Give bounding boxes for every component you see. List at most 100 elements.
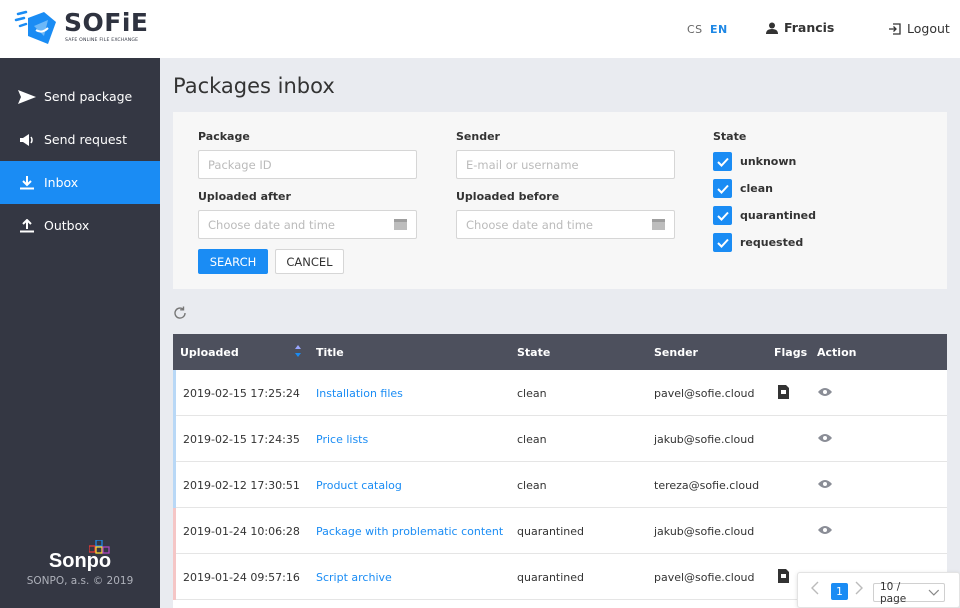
sidebar-item-label: Inbox xyxy=(44,175,79,190)
state-option-label: unknown xyxy=(740,155,797,168)
top-header: SOFiE SAFE ONLINE FILE EXCHANGE CS EN Fr… xyxy=(0,0,960,58)
logout-label: Logout xyxy=(907,21,950,36)
logo-icon xyxy=(14,10,56,44)
sender-cell: pavel@sofie.cloud xyxy=(654,571,755,584)
chevron-down-icon xyxy=(928,589,940,596)
cancel-button[interactable]: CANCEL xyxy=(275,249,344,274)
state-checkbox-requested[interactable]: requested xyxy=(713,233,803,252)
table-header: Uploaded Title State Sender Flags Action xyxy=(173,334,947,370)
uploaded-cell: 2019-02-12 17:30:51 xyxy=(183,479,300,492)
company-brand: Sonpo SONPO, a.s. © 2019 xyxy=(0,538,160,587)
sender-cell: tereza@sofie.cloud xyxy=(654,479,760,492)
upload-icon xyxy=(18,218,36,234)
state-label: State xyxy=(713,130,747,143)
column-action: Action xyxy=(817,346,857,359)
column-sender: Sender xyxy=(654,346,698,359)
megaphone-icon xyxy=(18,132,36,148)
title-link[interactable]: Script archive xyxy=(316,571,392,584)
state-cell: clean xyxy=(517,387,547,400)
sender-placeholder: E-mail or username xyxy=(466,157,579,172)
user-name: Francis xyxy=(784,20,835,35)
copyright-text: SONPO, a.s. © 2019 xyxy=(26,575,134,587)
uploaded-before-label: Uploaded before xyxy=(456,190,560,203)
state-indicator-bar xyxy=(173,370,176,416)
brand-logo: Sonpo xyxy=(49,540,111,573)
table-row: 2019-02-15 17:24:35 Price lists clean ja… xyxy=(173,416,947,462)
pagination: 1 10 / page xyxy=(797,572,960,608)
file-flag-icon xyxy=(778,569,789,583)
language-en-link[interactable]: EN xyxy=(710,23,728,36)
title-link[interactable]: Installation files xyxy=(316,387,403,400)
app-logo[interactable]: SOFiE SAFE ONLINE FILE EXCHANGE xyxy=(12,6,162,50)
uploaded-before-picker[interactable]: Choose date and time xyxy=(456,210,675,239)
chevron-left-icon[interactable] xyxy=(810,581,820,595)
state-option-label: quarantined xyxy=(740,209,817,222)
state-indicator-bar xyxy=(173,508,176,554)
search-button[interactable]: SEARCH xyxy=(198,249,268,274)
sidebar-item-send-request[interactable]: Send request xyxy=(0,118,160,161)
view-eye-icon[interactable] xyxy=(818,479,832,489)
uploaded-after-picker[interactable]: Choose date and time xyxy=(198,210,417,239)
logout-icon xyxy=(889,22,901,35)
view-eye-icon[interactable] xyxy=(818,433,832,443)
state-option-label: requested xyxy=(740,236,804,249)
file-flag-icon xyxy=(778,385,789,399)
page-number-button[interactable]: 1 xyxy=(831,583,848,600)
uploaded-cell: 2019-02-15 17:24:35 xyxy=(183,433,300,446)
uploaded-after-placeholder: Choose date and time xyxy=(208,217,335,232)
page-size-select[interactable]: 10 / page xyxy=(873,581,945,605)
sender-cell: jakub@sofie.cloud xyxy=(654,525,755,538)
column-state: State xyxy=(517,346,551,359)
state-cell: clean xyxy=(517,479,547,492)
checkbox-checked-icon[interactable] xyxy=(713,179,732,198)
checkbox-checked-icon[interactable] xyxy=(713,152,732,171)
uploaded-cell: 2019-01-24 09:57:16 xyxy=(183,571,300,584)
state-indicator-bar xyxy=(173,554,176,600)
title-link[interactable]: Product catalog xyxy=(316,479,402,492)
package-id-placeholder: Package ID xyxy=(208,157,272,172)
package-label: Package xyxy=(198,130,250,143)
state-cell: clean xyxy=(517,433,547,446)
send-icon xyxy=(18,89,36,105)
sidebar-item-label: Outbox xyxy=(44,218,90,233)
state-checkbox-quarantined[interactable]: quarantined xyxy=(713,206,816,225)
sort-icon[interactable] xyxy=(294,344,302,358)
sidebar-item-outbox[interactable]: Outbox xyxy=(0,204,160,247)
uploaded-cell: 2019-02-15 17:25:24 xyxy=(183,387,300,400)
column-flags: Flags xyxy=(774,346,808,359)
chevron-right-icon[interactable] xyxy=(854,581,864,595)
state-checkbox-unknown[interactable]: unknown xyxy=(713,152,796,171)
user-menu[interactable]: Francis xyxy=(766,20,834,35)
sender-cell: pavel@sofie.cloud xyxy=(654,387,755,400)
checkbox-checked-icon[interactable] xyxy=(713,233,732,252)
table-row: 2019-02-12 17:30:51 Product catalog clea… xyxy=(173,462,947,508)
user-icon xyxy=(766,22,778,34)
uploaded-before-placeholder: Choose date and time xyxy=(466,217,593,232)
sidebar-item-inbox[interactable]: Inbox xyxy=(0,161,160,204)
packages-table: Uploaded Title State Sender Flags Action… xyxy=(173,334,947,608)
sender-input[interactable]: E-mail or username xyxy=(456,150,675,179)
filter-panel: Package Package ID Sender E-mail or user… xyxy=(173,112,947,289)
state-option-label: clean xyxy=(740,182,774,195)
checkbox-checked-icon[interactable] xyxy=(713,206,732,225)
sidebar: Send package Send request Inbox Outbox S… xyxy=(0,58,160,608)
refresh-icon[interactable] xyxy=(172,305,188,321)
sidebar-item-send-package[interactable]: Send package xyxy=(0,75,160,118)
state-indicator-bar xyxy=(173,462,176,508)
column-uploaded[interactable]: Uploaded xyxy=(180,346,239,359)
title-link[interactable]: Package with problematic content xyxy=(316,525,503,538)
view-eye-icon[interactable] xyxy=(818,387,832,397)
view-eye-icon[interactable] xyxy=(818,525,832,535)
state-cell: quarantined xyxy=(517,571,585,584)
package-id-input[interactable]: Package ID xyxy=(198,150,417,179)
state-checkbox-clean[interactable]: clean xyxy=(713,179,773,198)
state-cell: quarantined xyxy=(517,525,585,538)
table-row: 2019-02-15 17:25:24 Installation files c… xyxy=(173,370,947,416)
column-title: Title xyxy=(316,346,344,359)
page-title: Packages inbox xyxy=(173,74,335,98)
logo-text: SOFiE xyxy=(64,8,149,37)
logout-button[interactable]: Logout xyxy=(888,21,950,36)
title-link[interactable]: Price lists xyxy=(316,433,368,446)
logo-subtitle: SAFE ONLINE FILE EXCHANGE xyxy=(65,38,139,43)
language-cs-link[interactable]: CS xyxy=(687,23,703,36)
